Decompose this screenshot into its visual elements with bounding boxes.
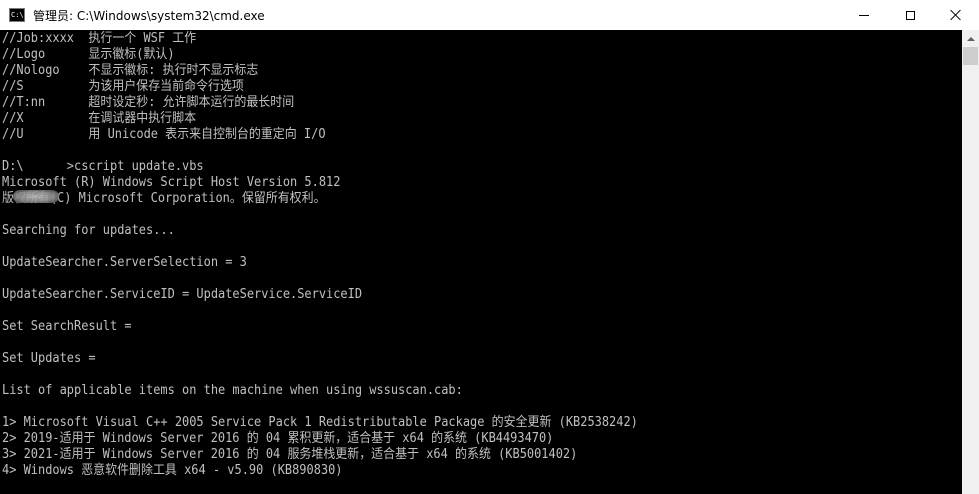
close-icon (950, 9, 962, 21)
console-output[interactable]: //Job:xxxx 执行一个 WSF 工作//Logo 显示徽标(默认)//N… (0, 30, 962, 494)
maximize-button[interactable] (887, 0, 933, 30)
console-line: Set SearchResult = (2, 319, 132, 334)
console-line: D:\ >cscript update.vbs (2, 159, 204, 174)
console-line: 版权所有(C) Microsoft Corporation。保留所有权利。 (2, 191, 326, 206)
console-line: //Job:xxxx 执行一个 WSF 工作 (2, 31, 197, 46)
cmd-window: C:\. 管理员: C:\Windows\system32\cmd.exe //… (0, 0, 979, 494)
minimize-icon (859, 14, 869, 16)
cmd-console-icon[interactable]: C:\. (9, 8, 28, 22)
arrow-up-icon (966, 36, 975, 41)
console-line: //X 在调试器中执行脚本 (2, 111, 197, 126)
console-line: //S 为该用户保存当前命令行选项 (2, 79, 244, 94)
console-lines: //Job:xxxx 执行一个 WSF 工作//Logo 显示徽标(默认)//N… (2, 31, 693, 479)
maximize-icon (905, 10, 915, 20)
vertical-scrollbar[interactable] (962, 30, 979, 494)
console-line: //Logo 显示徽标(默认) (2, 47, 175, 62)
console-line: 1> Microsoft Visual C++ 2005 Service Pac… (2, 415, 638, 430)
minimize-button[interactable] (841, 0, 887, 30)
console-line: 2> 2019-适用于 Windows Server 2016 的 04 累积更… (2, 431, 554, 446)
title-bar[interactable]: C:\. 管理员: C:\Windows\system32\cmd.exe (0, 0, 979, 30)
redacted-username-blur (13, 190, 59, 203)
console-line: 3> 2021-适用于 Windows Server 2016 的 04 服务堆… (2, 447, 578, 462)
console-line: //Nologo 不显示徽标: 执行时不显示标志 (2, 63, 259, 78)
console-line: //T:nn 超时设定秒: 允许脚本运行的最长时间 (2, 95, 295, 110)
console-line: Searching for updates... (2, 223, 175, 238)
console-line: List of applicable items on the machine … (2, 383, 463, 398)
console-line: //U 用 Unicode 表示来自控制台的重定向 I/O (2, 127, 326, 142)
scroll-up-button[interactable] (962, 30, 979, 47)
scroll-thumb[interactable] (963, 47, 978, 65)
window-title: 管理员: C:\Windows\system32\cmd.exe (33, 8, 265, 23)
close-button[interactable] (933, 0, 979, 30)
console-line: Microsoft (R) Windows Script Host Versio… (2, 175, 341, 190)
console-line: UpdateSearcher.ServiceID = UpdateService… (2, 287, 363, 302)
console-line: UpdateSearcher.ServerSelection = 3 (2, 255, 247, 270)
console-line: 4> Windows 恶意软件删除工具 x64 - v5.90 (KB89083… (2, 463, 343, 478)
console-line: Set Updates = (2, 351, 96, 366)
cmd-console-icon-text: C:\. (11, 10, 28, 19)
